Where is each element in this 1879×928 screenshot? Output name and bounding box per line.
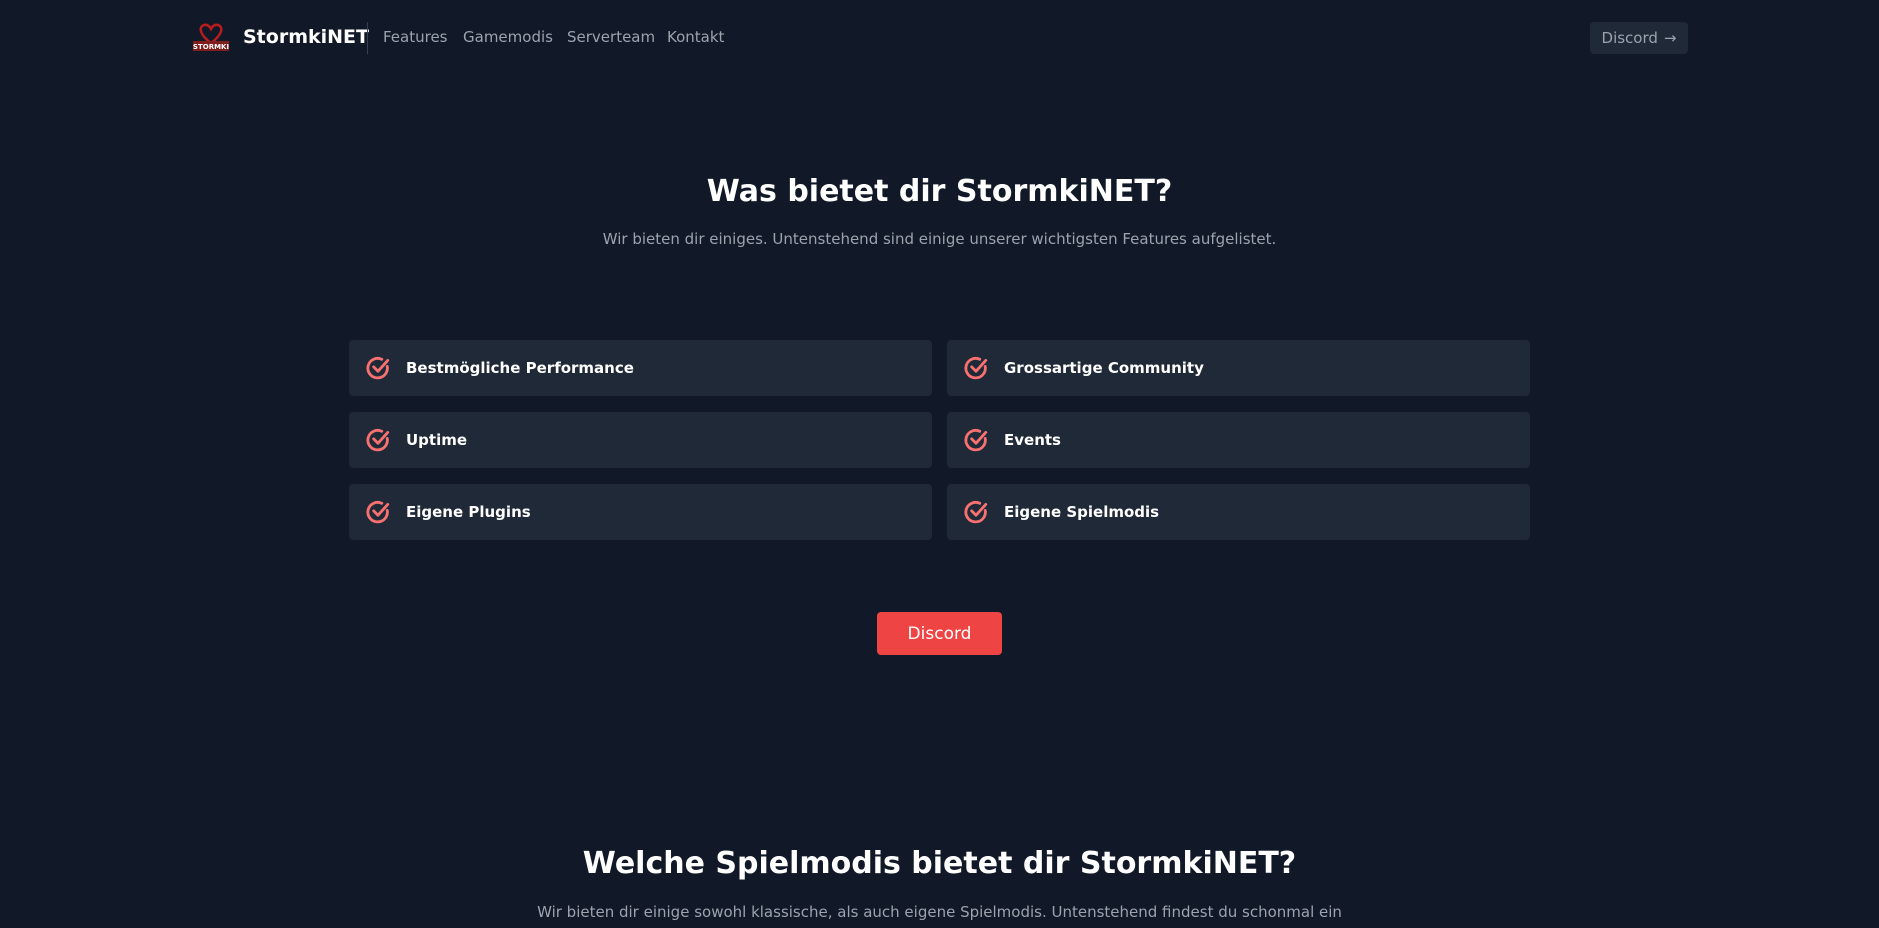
check-circle-icon	[366, 429, 390, 452]
feature-card: Bestmögliche Performance	[349, 340, 932, 396]
discord-button[interactable]: Discord	[877, 612, 1002, 655]
feature-label: Uptime	[406, 431, 468, 449]
nav-link-serverteam[interactable]: Serverteam	[567, 28, 655, 46]
feature-card: Events	[947, 412, 1530, 468]
svg-text:STORMKI: STORMKI	[193, 43, 229, 51]
check-circle-icon	[366, 357, 390, 380]
features-title: Was bietet dir StormkiNET?	[706, 174, 1173, 209]
gamemodes-title: Welche Spielmodis bietet dir StormkiNET?	[582, 846, 1297, 881]
feature-card: Uptime	[349, 412, 932, 468]
feature-label: Events	[1004, 431, 1061, 449]
features-subtitle: Wir bieten dir einiges. Untenstehend sin…	[602, 230, 1277, 248]
discord-nav-button[interactable]: Discord →	[1590, 22, 1688, 54]
check-circle-icon	[366, 501, 390, 524]
navbar: STORMKI StormkiNET Features Gamemodis Se…	[0, 0, 1879, 76]
feature-card: Grossartige Community	[947, 340, 1530, 396]
check-circle-icon	[964, 357, 988, 380]
nav-link-features[interactable]: Features	[383, 28, 448, 46]
feature-label: Eigene Spielmodis	[1004, 503, 1160, 521]
arrow-right-icon: →	[1663, 29, 1677, 47]
feature-card: Eigene Plugins	[349, 484, 932, 540]
feature-label: Bestmögliche Performance	[406, 359, 634, 377]
feature-card: Eigene Spielmodis	[947, 484, 1530, 540]
nav-divider	[367, 22, 368, 54]
feature-label: Grossartige Community	[1004, 359, 1204, 377]
discord-nav-label: Discord	[1601, 29, 1658, 47]
brand-name[interactable]: StormkiNET	[243, 26, 369, 48]
check-circle-icon	[964, 501, 988, 524]
nav-link-gamemodis[interactable]: Gamemodis	[463, 28, 553, 46]
gamemodes-subtitle: Wir bieten dir einige sowohl klassische,…	[537, 903, 1342, 921]
feature-label: Eigene Plugins	[406, 503, 531, 521]
check-circle-icon	[964, 429, 988, 452]
nav-link-kontakt[interactable]: Kontakt	[667, 28, 724, 46]
logo[interactable]: STORMKI	[192, 21, 230, 55]
